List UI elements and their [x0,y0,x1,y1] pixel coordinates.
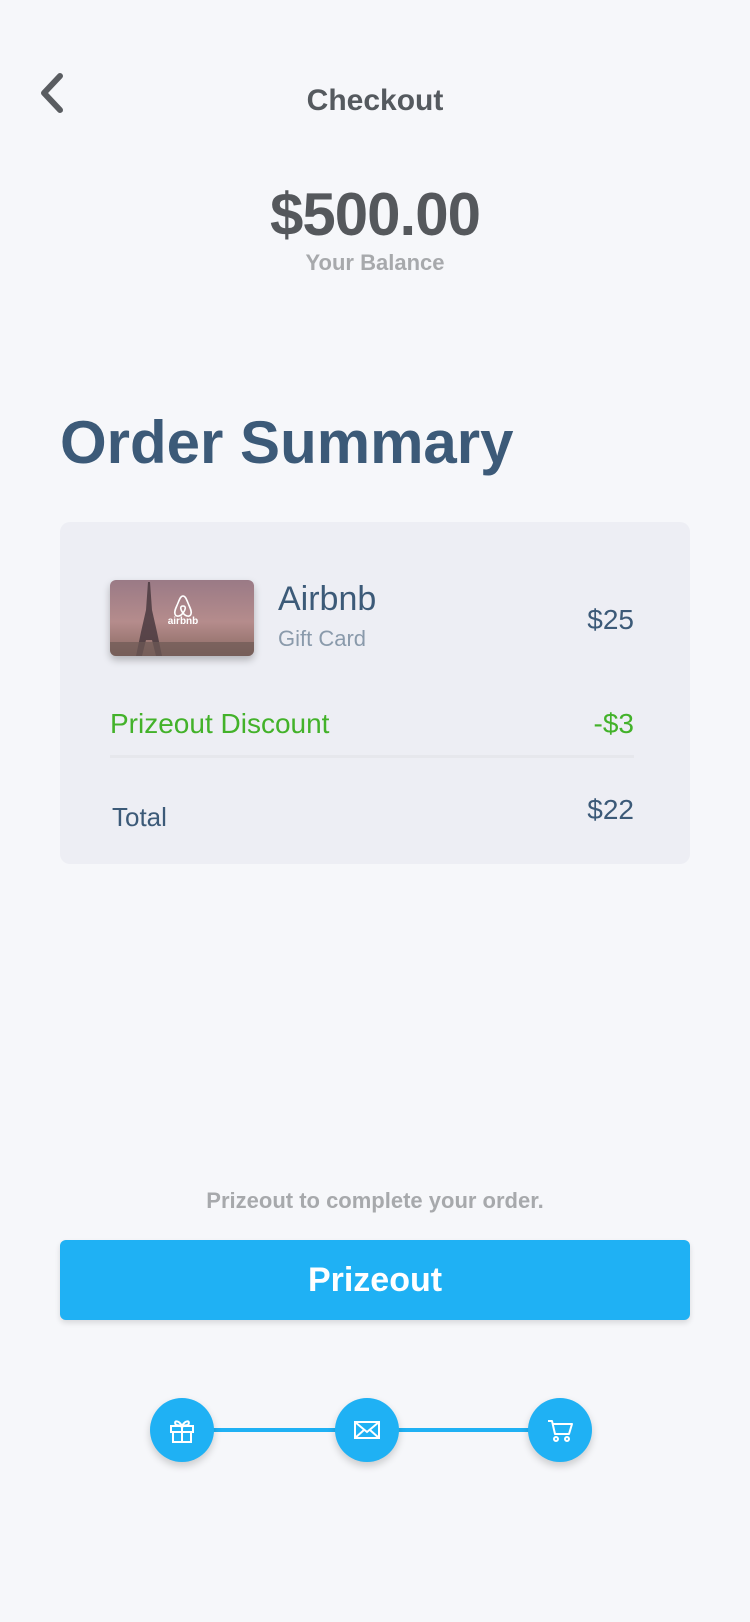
gift-icon [170,1420,194,1443]
helper-text: Prizeout to complete your order. [206,1188,544,1213]
airbnb-logo-icon [173,595,193,617]
envelope-icon [354,1421,380,1439]
gift-card-image: airbnb [110,580,254,656]
page-title: Checkout [306,84,444,117]
product-price: $25 [587,604,634,635]
balance-label: Your Balance [305,250,445,275]
step-envelope[interactable] [335,1398,399,1462]
step-gift[interactable] [150,1398,214,1462]
total-value: $22 [587,794,634,825]
product-name: Airbnb [278,580,377,618]
order-summary-card: airbnb Airbnb Gift Card $25 Prizeout Dis… [60,522,690,864]
discount-value: -$3 [593,708,634,739]
product-subtitle: Gift Card [278,626,367,651]
airbnb-logo: airbnb [166,594,200,634]
checkout-screen: Checkout $500.00 Your Balance Order Summ… [0,0,750,1622]
airbnb-logo-text: airbnb [167,616,199,627]
progress-stepper [0,1398,750,1464]
step-cart[interactable] [528,1398,592,1462]
divider [110,755,634,758]
discount-label: Prizeout Discount [110,708,330,739]
total-label: Total [112,802,167,832]
order-summary-heading: Order Summary [60,409,514,476]
cart-icon [548,1420,573,1442]
prizeout-button[interactable]: Prizeout [60,1240,690,1320]
balance-amount: $500.00 [270,181,481,248]
